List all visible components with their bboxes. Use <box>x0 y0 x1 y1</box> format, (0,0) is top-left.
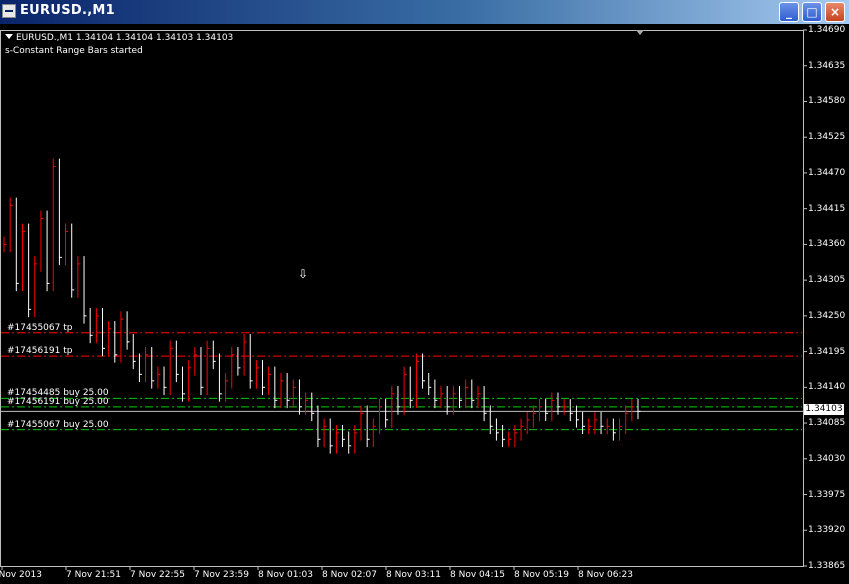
title-bar[interactable]: EURUSD.,M1 _ □ × <box>0 0 849 24</box>
x-tick-label: 7 Nov 22:55 <box>130 570 185 580</box>
x-tick-label: 7 Nov 23:59 <box>194 570 249 580</box>
x-tick-label: 8 Nov 01:03 <box>258 570 313 580</box>
price-chart[interactable] <box>0 24 849 584</box>
y-tick-label: 1.34690 <box>808 25 846 35</box>
y-tick-label: 1.34360 <box>808 239 846 250</box>
mouse-cursor-icon: ⇩ <box>298 267 309 281</box>
window-title: EURUSD.,M1 <box>20 3 116 18</box>
triangle-down-icon[interactable] <box>5 34 13 39</box>
current-price-box: 1.34103 <box>804 404 844 415</box>
y-tick-label: 1.33975 <box>808 489 846 500</box>
y-tick-label: 1.34470 <box>808 167 846 178</box>
x-tick-label: 8 Nov 05:19 <box>514 570 569 580</box>
y-tick-label: 1.34250 <box>808 310 846 321</box>
y-tick-label: 1.34525 <box>808 132 846 143</box>
y-tick-label: 1.34305 <box>808 275 846 286</box>
chart-window-icon <box>2 4 16 18</box>
y-tick-label: 1.34195 <box>808 346 846 357</box>
maximize-icon: □ <box>806 5 818 19</box>
close-button[interactable]: × <box>825 2 845 22</box>
indicator-status: s-Constant Range Bars started <box>5 46 143 56</box>
maximize-button[interactable]: □ <box>802 2 822 22</box>
y-tick-label: 1.34140 <box>808 382 846 393</box>
minimize-icon: _ <box>786 5 792 19</box>
plot-frame <box>0 30 804 567</box>
y-tick-label: 1.33920 <box>808 525 846 536</box>
x-tick-label: 8 Nov 02:07 <box>322 570 377 580</box>
x-tick-label: 8 Nov 06:23 <box>578 570 633 580</box>
symbol-info-line: EURUSD.,M1 1.34104 1.34104 1.34103 1.341… <box>5 33 233 43</box>
y-tick-label: 1.34085 <box>808 418 846 429</box>
y-tick-label: 1.33865 <box>808 561 846 571</box>
chart-shift-marker-icon[interactable] <box>636 30 644 35</box>
symbol-ohlc: EURUSD.,M1 1.34104 1.34104 1.34103 1.341… <box>16 33 234 43</box>
y-tick-label: 1.34415 <box>808 203 846 214</box>
y-tick-label: 1.34635 <box>808 60 846 71</box>
order-label[interactable]: #17455067 buy 25.00 <box>7 420 109 430</box>
y-tick-label: 1.34580 <box>808 96 846 107</box>
y-tick-label: 1.34030 <box>808 453 846 464</box>
minimize-button[interactable]: _ <box>779 2 799 22</box>
x-tick-label: 7 Nov 2013 <box>0 570 42 580</box>
x-tick-label: 7 Nov 21:51 <box>66 570 121 580</box>
x-tick-label: 8 Nov 03:11 <box>386 570 441 580</box>
order-label[interactable]: #17456191 buy 25.00 <box>7 397 109 407</box>
close-icon: × <box>829 5 841 19</box>
order-label[interactable]: #17455067 tp <box>7 323 72 333</box>
chart-window[interactable]: EURUSD.,M1 _ □ × EURUSD.,M1 1.34104 1.34… <box>0 0 849 584</box>
x-tick-label: 8 Nov 04:15 <box>450 570 505 580</box>
order-label[interactable]: #17456191 tp <box>7 346 72 356</box>
